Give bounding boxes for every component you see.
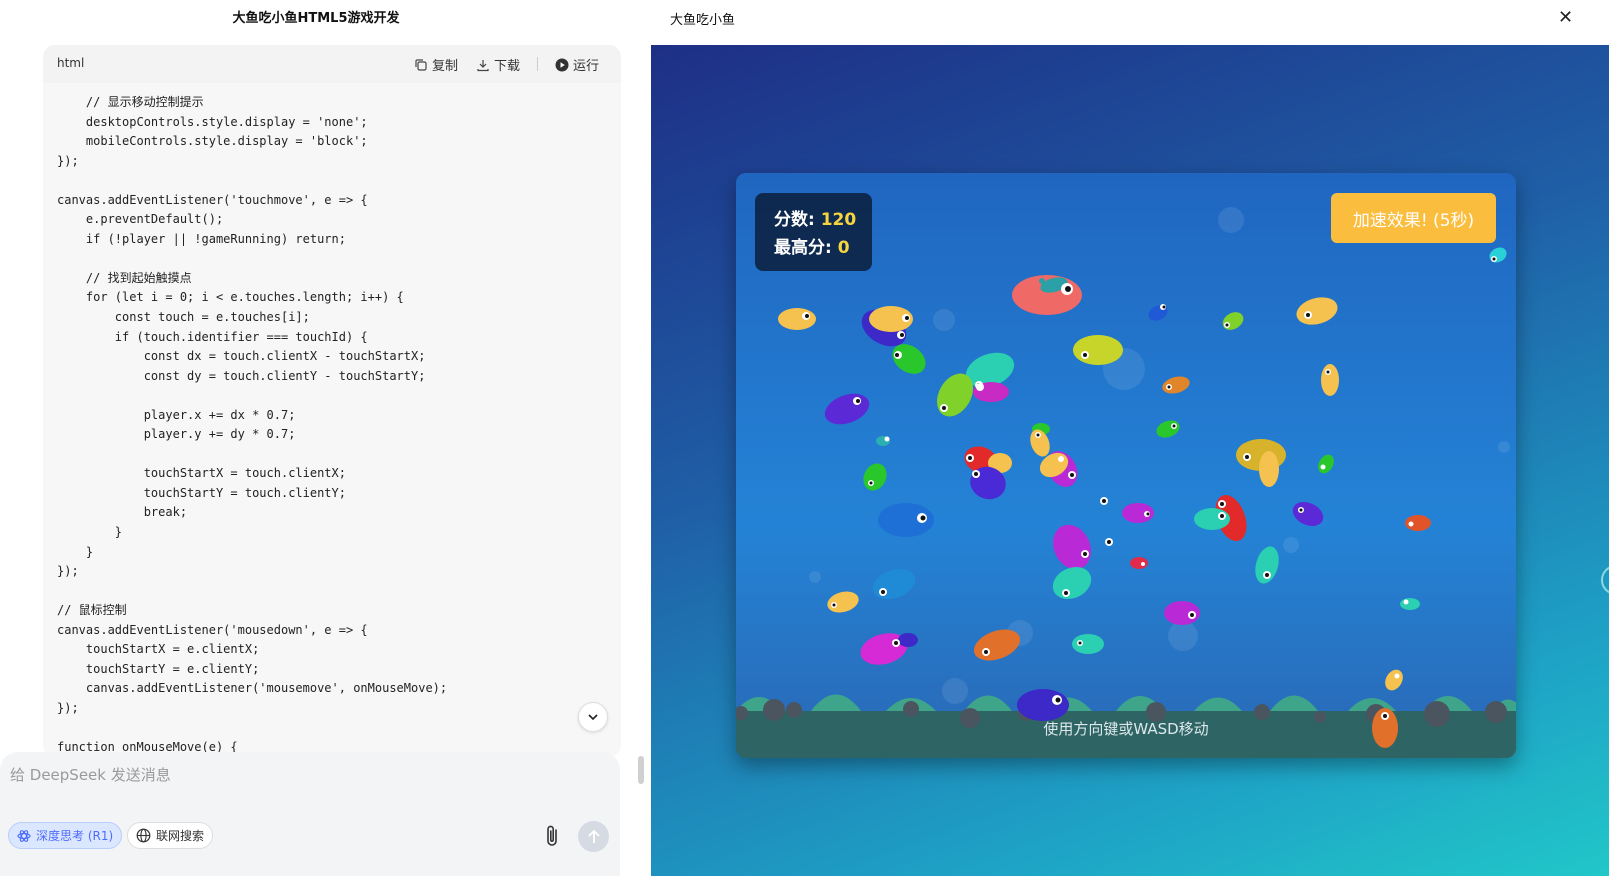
- fish: [1194, 494, 1247, 542]
- play-icon: [555, 58, 569, 71]
- fish: [1073, 335, 1123, 365]
- download-icon: [477, 59, 489, 71]
- fish: [1236, 439, 1286, 487]
- close-button[interactable]: ✕: [1558, 8, 1573, 28]
- globe-icon: [136, 828, 151, 843]
- fish: [860, 633, 918, 665]
- score-panel: 分数: 120 最高分: 0: [755, 193, 872, 271]
- message-input-placeholder[interactable]: 给 DeepSeek 发送消息: [10, 764, 171, 785]
- preview-pane: 大鱼吃小鱼 ✕ 分数: 120 最高分: 0 加速效果! (5秒) 使用方向键或…: [651, 0, 1609, 876]
- scrollbar[interactable]: [638, 756, 644, 784]
- fish: [1222, 312, 1244, 330]
- download-label: 下载: [494, 59, 521, 74]
- web-search-label: 联网搜索: [156, 829, 205, 843]
- code-text: // 显示移动控制提示 desktopControls.style.displa…: [57, 95, 448, 755]
- score-value: 120: [820, 210, 857, 230]
- high-score-label: 最高分:: [774, 238, 838, 258]
- fish: [1100, 497, 1108, 505]
- fish: [964, 446, 1012, 500]
- fish: [1296, 297, 1338, 325]
- chat-title: 大鱼吃小鱼HTML5游戏开发: [232, 11, 400, 26]
- seaweed-waves: [736, 694, 1516, 711]
- controls-hint: 使用方向键或WASD移动: [1043, 720, 1209, 738]
- fish: [1053, 524, 1091, 570]
- arrow-up-icon: [587, 829, 600, 843]
- fish-school: [778, 247, 1507, 748]
- paperclip-icon[interactable]: [543, 824, 563, 848]
- fish: [1385, 669, 1403, 691]
- fish: [1405, 515, 1431, 531]
- fish: [1072, 634, 1104, 654]
- code-header: html 复制 下载 运行: [43, 45, 621, 83]
- code-block: html 复制 下载 运行 // 显示移动控制提示 desktopControl…: [43, 45, 621, 757]
- fish: [1012, 275, 1082, 315]
- web-search-toggle[interactable]: 联网搜索: [127, 822, 214, 849]
- copy-button[interactable]: 复制: [414, 55, 458, 74]
- fish: [827, 591, 859, 613]
- fish: [1105, 538, 1113, 546]
- fish: [876, 436, 890, 446]
- fish: [1164, 601, 1200, 625]
- background-bubbles: [809, 207, 1510, 758]
- fish: [1130, 557, 1148, 569]
- fish: [1156, 420, 1180, 438]
- fish: [1489, 247, 1507, 263]
- send-button[interactable]: [578, 821, 609, 852]
- divider: [537, 57, 538, 71]
- code-content: // 显示移动控制提示 desktopControls.style.displa…: [43, 83, 621, 757]
- score-line: 分数: 120: [774, 206, 872, 234]
- fish: [872, 568, 916, 600]
- fish: [1017, 689, 1069, 721]
- chat-pane: 大鱼吃小鱼HTML5游戏开发 html 复制 下载 运行 // 显示移动控制提示…: [0, 0, 651, 876]
- atom-icon: [17, 829, 31, 842]
- high-score-line: 最高分: 0: [774, 234, 872, 262]
- download-button[interactable]: 下载: [476, 55, 520, 74]
- fish: [1148, 304, 1168, 321]
- message-input-box[interactable]: 给 DeepSeek 发送消息 深度思考 (R1) 联网搜索: [0, 752, 620, 876]
- game-canvas[interactable]: 分数: 120 最高分: 0 加速效果! (5秒) 使用方向键或WASD移动: [736, 173, 1516, 758]
- preview-title: 大鱼吃小鱼: [670, 13, 736, 28]
- high-score-value: 0: [837, 238, 850, 258]
- fish: [878, 503, 934, 537]
- code-language-label: html: [57, 56, 85, 70]
- scroll-to-bottom-button[interactable]: [578, 702, 608, 732]
- fish: [1318, 454, 1334, 474]
- fish: [1321, 364, 1339, 396]
- fish: [1292, 501, 1324, 527]
- fish: [936, 352, 1015, 417]
- score-label: 分数:: [774, 210, 821, 230]
- fish: [1400, 598, 1420, 610]
- copy-icon: [415, 58, 427, 71]
- fish: [863, 463, 887, 491]
- preview-canvas-area: 分数: 120 最高分: 0 加速效果! (5秒) 使用方向键或WASD移动: [651, 45, 1609, 876]
- chevron-down-icon: [588, 714, 598, 721]
- deep-think-toggle[interactable]: 深度思考 (R1): [8, 822, 123, 849]
- fish: [778, 308, 816, 330]
- copy-label: 复制: [432, 59, 459, 74]
- resize-handle[interactable]: [1601, 565, 1609, 595]
- fish: [1052, 566, 1092, 600]
- boost-notice: 加速效果! (5秒): [1331, 193, 1496, 243]
- fish: [1255, 546, 1279, 584]
- run-button[interactable]: 运行: [555, 55, 599, 74]
- fish: [1162, 376, 1190, 394]
- deep-think-label: 深度思考 (R1): [36, 829, 114, 843]
- fish: [824, 393, 870, 425]
- fish: [1030, 423, 1050, 457]
- fish: [1122, 503, 1154, 523]
- preview-header: 大鱼吃小鱼 ✕: [651, 0, 1609, 45]
- run-label: 运行: [573, 59, 600, 74]
